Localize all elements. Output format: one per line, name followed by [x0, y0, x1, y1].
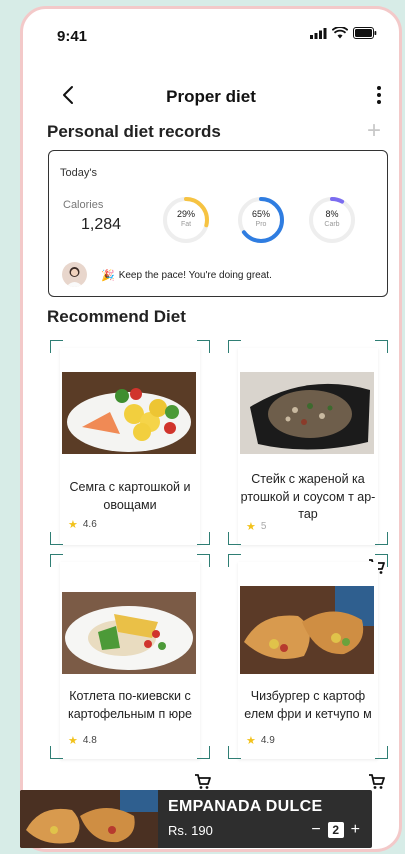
recommend-card-2[interactable]: Стейк с жареной ка ртошкой и соусом т ар… [228, 340, 388, 574]
diet-records-heading: Personal diet records [47, 122, 221, 141]
recommend-heading: Recommend Diet [47, 307, 186, 326]
carb-label: Carb [324, 221, 340, 228]
encouragement-message: 🎉 Keep the pace! You're doing great. [101, 269, 272, 282]
calories-value: 1,284 [81, 216, 122, 233]
status-bar: 9:41 [23, 9, 399, 59]
top-bar: Proper diet [23, 79, 399, 115]
protein-percent: 65% [251, 209, 270, 219]
food-rating: ★ 5 [246, 520, 266, 533]
cart-item-name: EMPANADA DULCE [168, 798, 323, 815]
cart-bar[interactable]: EMPANADA DULCE Rs. 190 − 2 + [20, 790, 372, 848]
food-image [62, 372, 196, 454]
more-options-icon[interactable] [373, 83, 385, 107]
star-icon: ★ [68, 519, 78, 531]
food-image [240, 586, 374, 674]
food-image [62, 592, 196, 674]
food-rating: ★ 4.8 [68, 734, 97, 747]
status-time: 9:41 [57, 28, 88, 45]
phone-frame: 9:41 Proper diet Personal diet records +… [20, 6, 402, 852]
fat-label: Fat [180, 221, 192, 228]
recommend-card-3[interactable]: Котлета по-киевски с картофельным п юре … [50, 554, 211, 789]
add-record-icon[interactable]: + [367, 119, 381, 143]
recommend-card-1[interactable]: Семга с картошкой и овощами ★ 4.6 [50, 340, 210, 545]
message-text: Keep the pace! You're doing great. [118, 270, 272, 281]
signal-icon [310, 27, 327, 39]
cart-item-image [20, 790, 158, 848]
status-icons [310, 27, 377, 39]
recommend-card-4[interactable]: Чизбургер с картоф елем фри и кетчупо м … [228, 554, 388, 789]
star-icon: ★ [246, 521, 256, 533]
carb-percent: 8% [325, 209, 339, 219]
food-rating: ★ 4.9 [246, 734, 275, 747]
calories-label: Calories [63, 199, 104, 211]
rating-value: 4.6 [82, 519, 97, 530]
page-title: Proper diet [166, 87, 256, 106]
rating-value: 4.8 [82, 735, 97, 746]
party-popper-icon: 🎉 [101, 270, 115, 282]
food-name: Стейк с жареной ка ртошкой и соусом т ар… [240, 472, 376, 521]
battery-icon [353, 27, 377, 39]
protein-label: Pro [255, 221, 267, 228]
cart-icon[interactable] [368, 772, 386, 790]
star-icon: ★ [68, 735, 78, 747]
food-name: Котлета по-киевски с картофельным п юре [67, 689, 192, 721]
cart-item-price: Rs. 190 [168, 823, 213, 838]
diet-record-card: Today's Calories 1,284 29% Fat 65% Pro 8 [48, 150, 388, 297]
quantity-value: 2 [327, 822, 344, 838]
protein-ring: 65% Pro [236, 195, 286, 245]
food-name: Семга с картошкой и овощами [69, 480, 191, 512]
food-name: Чизбургер с картоф елем фри и кетчупо м [244, 689, 372, 721]
fat-ring: 29% Fat [161, 195, 211, 245]
fat-percent: 29% [176, 209, 195, 219]
food-image [240, 372, 374, 454]
wifi-icon [332, 27, 348, 39]
quantity-stepper: − 2 + [311, 821, 360, 839]
carb-ring: 8% Carb [307, 195, 357, 245]
avatar [62, 262, 87, 287]
increase-button[interactable]: + [351, 821, 360, 839]
food-rating: ★ 4.6 [68, 518, 97, 531]
cart-icon[interactable] [194, 772, 212, 790]
today-label: Today's [60, 167, 97, 179]
rating-value: 4.9 [260, 735, 275, 746]
decrease-button[interactable]: − [311, 821, 320, 839]
rating-value: 5 [260, 521, 267, 532]
star-icon: ★ [246, 735, 256, 747]
